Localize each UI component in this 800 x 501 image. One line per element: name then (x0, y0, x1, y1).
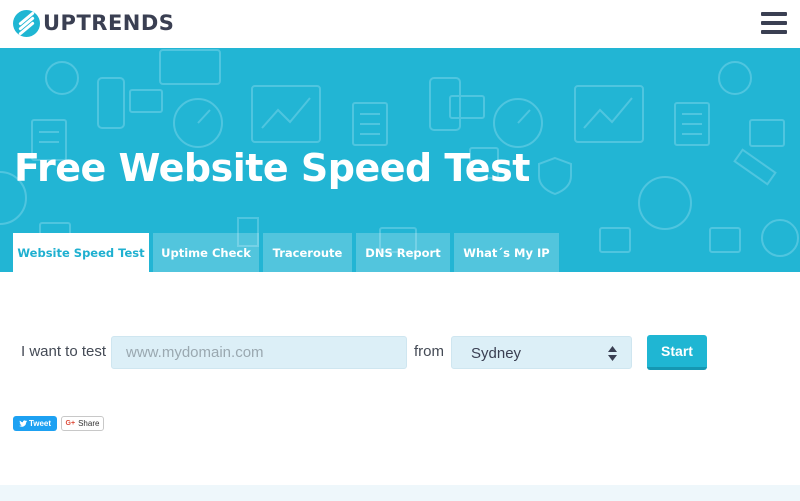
select-arrows-icon (608, 346, 617, 361)
logo-mark-icon (13, 9, 40, 37)
page-title: Free Website Speed Test (14, 146, 530, 190)
logo-text: UPTRENDS (43, 11, 175, 35)
hero-banner: Free Website Speed Test Website Speed Te… (0, 48, 800, 272)
speed-test-form: I want to test from Sydney Start (0, 335, 800, 370)
footer-band (0, 485, 800, 501)
share-label: Share (78, 419, 100, 428)
test-prefix-label: I want to test (21, 343, 107, 360)
google-share-button[interactable]: G+ Share (61, 416, 104, 431)
from-label: from (414, 343, 444, 360)
tab-uptime-check[interactable]: Uptime Check (153, 233, 259, 272)
url-input[interactable] (111, 336, 407, 369)
twitter-bird-icon (18, 420, 27, 427)
uptrends-logo[interactable]: UPTRENDS (13, 9, 174, 37)
tweet-label: Tweet (28, 419, 52, 428)
tab-traceroute[interactable]: Traceroute (263, 233, 352, 272)
hamburger-menu-icon[interactable] (761, 12, 787, 34)
tab-dns-report[interactable]: DNS Report (356, 233, 450, 272)
start-button[interactable]: Start (647, 335, 707, 370)
top-navbar: UPTRENDS (0, 0, 800, 48)
location-select-value: Sydney (471, 345, 522, 362)
google-plus-icon: G+ (65, 420, 76, 427)
location-select[interactable]: Sydney (451, 336, 632, 369)
tweet-button[interactable]: Tweet (13, 416, 57, 431)
tab-website-speed-test[interactable]: Website Speed Test (13, 233, 149, 272)
tool-tabs: Website Speed Test Uptime Check Tracerou… (13, 233, 559, 272)
tab-whats-my-ip[interactable]: What´s My IP (454, 233, 559, 272)
